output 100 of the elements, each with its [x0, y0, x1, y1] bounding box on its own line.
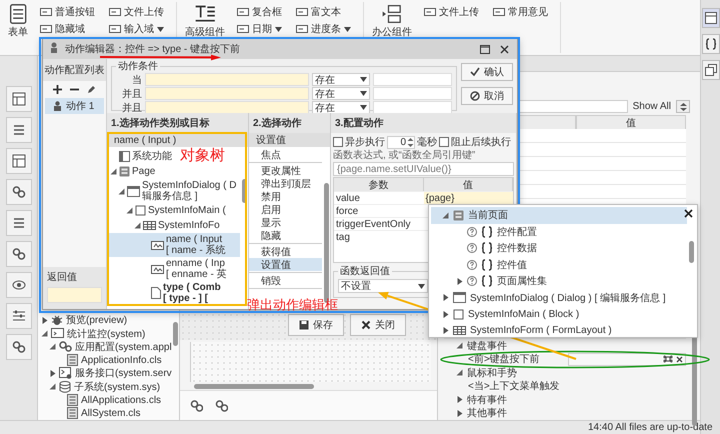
ribbon-item-button[interactable]: 输入域 [107, 21, 166, 37]
code-tool-button[interactable] [702, 34, 720, 54]
action-option[interactable]: 启用 [249, 203, 322, 216]
scrollbar[interactable] [689, 241, 694, 263]
scrollbar[interactable] [242, 179, 247, 203]
edit-button[interactable] [86, 84, 97, 95]
ribbon-item-button[interactable]: 日期 [235, 21, 284, 37]
return-value-field[interactable] [47, 287, 102, 303]
delay-spinner[interactable]: 0 [387, 136, 415, 148]
clear-icon[interactable] [676, 356, 683, 363]
tree-item[interactable]: 子系统(system.sys) [74, 380, 160, 394]
ribbon-item-button[interactable]: 常用意见 [491, 4, 550, 20]
tree-item[interactable]: AllSystem.cls [81, 408, 140, 419]
collapse-arrow-icon[interactable] [49, 383, 56, 390]
tool-button[interactable] [6, 334, 32, 360]
handler-field[interactable] [568, 352, 686, 366]
ribbon-item-button[interactable]: 文件上传 [107, 4, 166, 20]
tool-button[interactable] [6, 210, 32, 236]
expand-arrow-icon[interactable] [442, 310, 449, 318]
tree-item[interactable]: 控件值 [497, 258, 527, 272]
tool-button[interactable] [6, 272, 32, 298]
tree-item[interactable]: SystemInfoForm ( FormLayout ) [470, 325, 612, 336]
link-icon[interactable] [215, 399, 228, 412]
collapse-arrow-icon[interactable] [110, 168, 117, 175]
tree-item[interactable]: 统计监控(system) [67, 326, 146, 341]
expand-arrow-icon[interactable] [456, 396, 463, 404]
tree-item[interactable]: 控件配置 [497, 224, 537, 239]
collapse-arrow-icon[interactable] [126, 207, 133, 214]
tree-item[interactable]: 系统功能 [132, 150, 172, 163]
collapse-arrow-icon[interactable] [41, 330, 48, 338]
action-option[interactable]: 获得值 [249, 245, 322, 258]
tool-button[interactable] [6, 241, 32, 267]
tree-item[interactable]: ApplicationInfo.cls [81, 354, 162, 366]
sort-button[interactable] [676, 100, 690, 113]
scrollbar[interactable] [173, 322, 178, 346]
tree-item[interactable]: SystemInfoMain ( Block ) [468, 308, 580, 320]
ribbon-item-button[interactable]: 文件上传 [422, 4, 481, 20]
expand-arrow-icon[interactable] [442, 294, 449, 302]
tool-button[interactable] [6, 303, 32, 329]
action-option[interactable]: 焦点 [249, 148, 322, 161]
command-icon[interactable] [663, 354, 673, 364]
tree-item[interactable]: 页面属性集 [497, 274, 547, 288]
collapse-arrow-icon[interactable] [118, 188, 125, 194]
expand-arrow-icon[interactable] [456, 278, 463, 285]
tree-item[interactable]: 当前页面 [468, 208, 508, 222]
ribbon-item-button[interactable]: 普通按钮 [38, 4, 97, 20]
expand-arrow-icon[interactable] [49, 370, 56, 377]
link-icon[interactable] [190, 399, 203, 412]
condition-field[interactable] [145, 73, 309, 86]
value-field[interactable] [373, 101, 452, 114]
action-option[interactable]: 销毁 [249, 274, 322, 287]
expand-arrow-icon[interactable] [456, 410, 463, 417]
ribbon-button[interactable]: 表单 [6, 4, 30, 40]
value-field[interactable] [373, 87, 452, 100]
show-all-button[interactable]: Show All [630, 101, 673, 112]
ribbon-item-button[interactable]: 复合框 [235, 4, 284, 20]
copy-tool-button[interactable] [702, 60, 720, 80]
tree-item[interactable]: AllApplications.cls [81, 394, 162, 406]
expand-arrow-icon[interactable] [442, 327, 449, 334]
action-option[interactable]: 设置值 [249, 258, 322, 271]
tree-item[interactable]: SystemInfoDialog ( Dialog ) [ 编辑服务信息 ] [470, 290, 666, 305]
tool-button[interactable] [6, 179, 32, 205]
collapse-arrow-icon[interactable] [442, 212, 449, 219]
tree-item[interactable]: 预览(preview) [66, 313, 128, 328]
action-option[interactable]: 更改属性 [249, 164, 322, 177]
collapse-arrow-icon[interactable] [49, 343, 56, 350]
collapse-arrow-icon[interactable] [456, 369, 463, 376]
ribbon-button[interactable]: 办公组件 [370, 4, 414, 40]
collapse-arrow-icon[interactable] [134, 222, 141, 229]
expand-arrow-icon[interactable] [41, 316, 48, 324]
save-button[interactable]: 保存 [288, 314, 344, 336]
tree-item[interactable]: type ( Comb [ type - ] [ [163, 281, 221, 305]
cancel-button[interactable]: 取消 [461, 87, 513, 105]
tool-button[interactable] [6, 86, 32, 112]
action-option[interactable]: 隐藏 [249, 229, 322, 242]
ribbon-item-button[interactable]: 隐藏域 [38, 21, 97, 37]
tree-item[interactable]: Page [132, 165, 156, 178]
action-option[interactable]: 显示 [249, 216, 322, 229]
collapse-arrow-icon[interactable] [456, 342, 463, 350]
close-button[interactable]: 关闭 [350, 314, 406, 336]
action-option[interactable]: 禁用 [249, 190, 322, 203]
ribbon-item-button[interactable]: 进度条 [294, 21, 353, 37]
operator-select[interactable]: 存在 [312, 101, 370, 114]
value-cell[interactable]: {page} [424, 191, 513, 204]
action-option[interactable]: 弹出到顶层 [249, 177, 322, 190]
tree-item[interactable]: 应用配置(system.appl [75, 340, 172, 354]
tool-button[interactable] [6, 148, 32, 174]
operator-select[interactable]: 存在 [312, 73, 370, 86]
checkbox[interactable]: 阻止后续执行 [439, 135, 511, 149]
tree-item[interactable]: SystemInfoDialog ( D 辑服务信息 ] [142, 179, 236, 203]
tree-item[interactable]: SystemInfoFo [158, 219, 220, 232]
operator-select[interactable]: 存在 [312, 87, 370, 100]
condition-field[interactable] [145, 87, 309, 100]
add-button[interactable] [52, 84, 63, 95]
layout-tool-button[interactable] [702, 8, 720, 28]
maximize-button[interactable] [478, 42, 492, 56]
condition-field[interactable] [145, 101, 309, 114]
return-select[interactable]: 不设置 [338, 279, 428, 293]
action-item[interactable]: 动作 1 [45, 98, 104, 114]
scrollbar[interactable] [194, 384, 314, 388]
